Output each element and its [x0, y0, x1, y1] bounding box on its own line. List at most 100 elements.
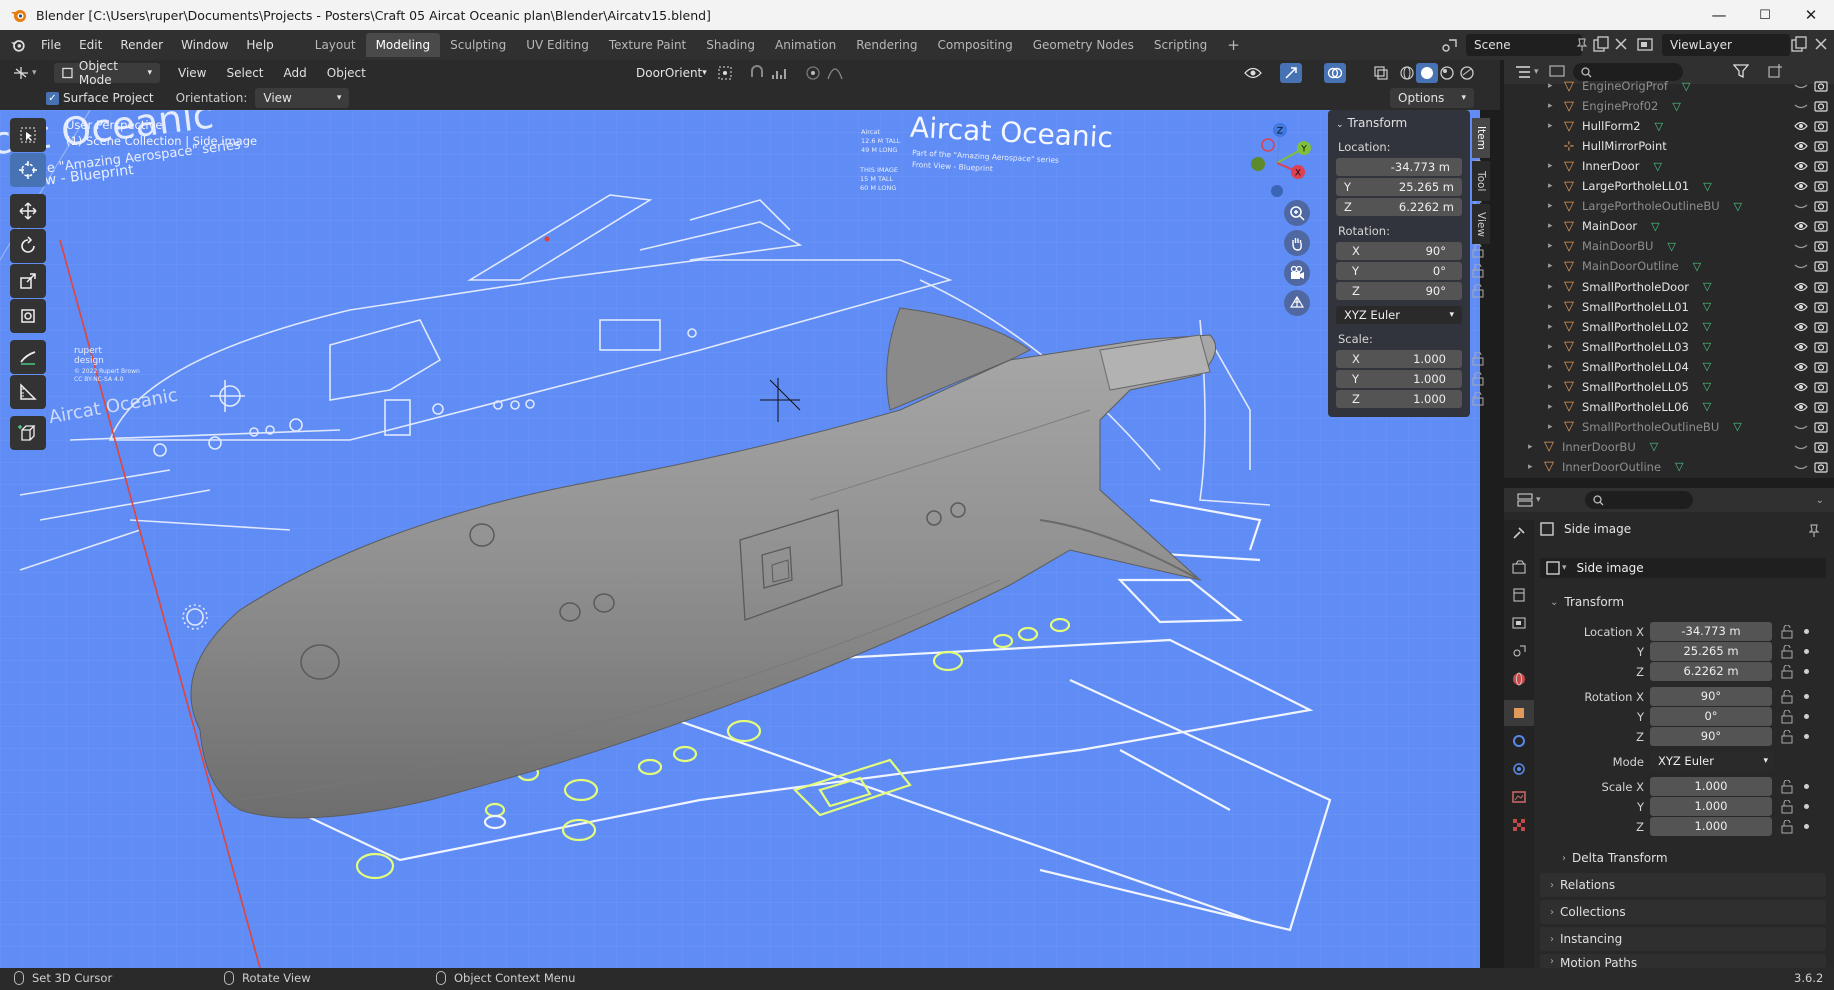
object-tab-icon[interactable]: [1504, 700, 1534, 726]
outliner-item[interactable]: ▸ ▽ SmallPortholeLL06 ▽: [1504, 397, 1834, 417]
menu-add[interactable]: Add: [274, 66, 317, 80]
rotate-tool[interactable]: [10, 229, 46, 263]
lock-icon[interactable]: [1781, 710, 1793, 724]
chevron-down-icon[interactable]: ⌄: [1816, 495, 1824, 506]
lock-icon[interactable]: [1472, 352, 1484, 366]
add-workspace-button[interactable]: +: [1217, 31, 1250, 59]
camera-view-icon[interactable]: [1284, 260, 1310, 286]
editor-type-icon[interactable]: [10, 63, 32, 83]
menu-render[interactable]: Render: [111, 38, 172, 52]
snap-icon[interactable]: [746, 63, 768, 83]
minimize-button[interactable]: —: [1696, 0, 1742, 30]
lock-icon[interactable]: [1781, 625, 1793, 639]
scale-x-value[interactable]: 1.000: [1650, 777, 1772, 796]
motion-paths-panel-header[interactable]: › Motion Paths: [1540, 954, 1826, 968]
view-layer-selector[interactable]: ViewLayer: [1662, 34, 1790, 56]
physics-tab-icon[interactable]: [1504, 756, 1534, 782]
outliner-item[interactable]: ▸ ▽ MainDoor ▽: [1504, 216, 1834, 236]
pin-icon[interactable]: [1808, 524, 1820, 541]
rendered-shading-icon[interactable]: [1456, 63, 1478, 83]
view-layer-icon[interactable]: [1636, 36, 1654, 57]
mode-dropdown[interactable]: Object Mode ▾: [54, 59, 160, 87]
hidden-eye-icon[interactable]: [1794, 441, 1808, 453]
properties-editor-icon[interactable]: [1514, 490, 1536, 510]
menu-file[interactable]: File: [32, 38, 70, 52]
pan-hand-icon[interactable]: [1284, 230, 1310, 256]
tab-geometry-nodes[interactable]: Geometry Nodes: [1023, 33, 1144, 57]
outliner-item[interactable]: ▸ ▽ MainDoorOutline ▽: [1504, 256, 1834, 276]
outliner-item[interactable]: ▸ ▽ SmallPortholeLL02 ▽: [1504, 317, 1834, 337]
location-z-field[interactable]: Z 6.2262 m: [1336, 198, 1484, 216]
tool-tab-icon[interactable]: [1504, 520, 1534, 546]
outliner-item[interactable]: ▸ ▽ LargePortholeOutlineBU ▽: [1504, 196, 1834, 216]
rotation-mode-dropdown[interactable]: XYZ Euler ▾: [1336, 306, 1462, 324]
overlays-icon[interactable]: [1324, 63, 1346, 83]
keyframe-dot-icon[interactable]: [1804, 824, 1809, 829]
texture-tab-icon[interactable]: [1504, 812, 1534, 838]
lock-icon[interactable]: [1781, 730, 1793, 744]
tab-animation[interactable]: Animation: [765, 33, 846, 57]
transform-section-header[interactable]: ⌄ Transform: [1336, 116, 1462, 130]
location-z-value[interactable]: 6.2262 m: [1650, 662, 1772, 681]
lock-icon[interactable]: [1472, 392, 1484, 406]
expand-arrow-icon[interactable]: ▸: [1548, 422, 1560, 432]
solid-shading-icon[interactable]: [1416, 63, 1438, 83]
surface-project-checkbox[interactable]: ✓ Surface Project: [46, 91, 154, 105]
prop-rotation-x[interactable]: Rotation X 90°: [1544, 687, 1826, 707]
rotation-x-field[interactable]: X 90°: [1336, 242, 1484, 260]
prop-rotation-z[interactable]: Z 90°: [1544, 727, 1826, 747]
eye-icon[interactable]: [1794, 180, 1808, 192]
expand-arrow-icon[interactable]: ▸: [1548, 81, 1560, 91]
outliner-item[interactable]: ▸ ▽ SmallPortholeLL03 ▽: [1504, 337, 1834, 357]
prop-scale-z[interactable]: Z 1.000: [1544, 817, 1826, 837]
eye-icon[interactable]: [1794, 160, 1808, 172]
outliner-item[interactable]: ▸ ▽ InnerDoorBU ▽: [1504, 437, 1834, 457]
prop-rotation-mode[interactable]: Mode XYZ Euler ▾: [1544, 752, 1826, 772]
eye-icon[interactable]: [1794, 140, 1808, 152]
outliner-item[interactable]: ▸ ▽ SmallPortholeLL05 ▽: [1504, 377, 1834, 397]
material-shading-icon[interactable]: [1436, 63, 1458, 83]
gizmo-toggle-icon[interactable]: [1280, 63, 1302, 83]
scene-selector[interactable]: Scene: [1466, 34, 1582, 56]
tab-sculpting[interactable]: Sculpting: [440, 33, 516, 57]
expand-arrow-icon[interactable]: ▸: [1548, 402, 1560, 412]
prop-location-z[interactable]: Z 6.2262 m: [1544, 662, 1826, 682]
prop-scale-x[interactable]: Scale X 1.000: [1544, 777, 1826, 797]
outliner-item[interactable]: ⊹ HullMirrorPoint: [1504, 136, 1834, 156]
transform-orientation-dropdown[interactable]: DoorOrient ▾: [628, 63, 708, 83]
eye-icon[interactable]: [1794, 341, 1808, 353]
render-camera-icon[interactable]: [1814, 281, 1828, 293]
instancing-panel-header[interactable]: › Instancing: [1540, 927, 1826, 951]
render-camera-icon[interactable]: [1814, 260, 1828, 273]
expand-arrow-icon[interactable]: ▸: [1548, 161, 1560, 171]
eye-icon[interactable]: [1794, 120, 1808, 132]
render-camera-icon[interactable]: [1814, 381, 1828, 393]
expand-arrow-icon[interactable]: ▸: [1548, 282, 1560, 292]
expand-arrow-icon[interactable]: ▸: [1548, 322, 1560, 332]
select-box-tool[interactable]: [10, 118, 46, 152]
render-camera-icon[interactable]: [1814, 80, 1828, 92]
lock-icon[interactable]: [1472, 284, 1484, 298]
expand-arrow-icon[interactable]: ▸: [1548, 101, 1560, 111]
maximize-button[interactable]: ☐: [1742, 0, 1788, 30]
menu-object[interactable]: Object: [317, 66, 376, 80]
render-camera-icon[interactable]: [1814, 100, 1828, 112]
tab-uv-editing[interactable]: UV Editing: [516, 33, 599, 57]
outliner-item[interactable]: ▸ ▽ InnerDoorOutline ▽: [1504, 457, 1834, 477]
transform-tool[interactable]: [10, 299, 46, 333]
eye-icon[interactable]: [1794, 401, 1808, 413]
scale-y-field[interactable]: Y 1.000: [1336, 370, 1484, 388]
lock-icon[interactable]: [1472, 264, 1484, 278]
keyframe-dot-icon[interactable]: [1804, 804, 1809, 809]
outliner-item[interactable]: ▸ ▽ SmallPortholeLL01 ▽: [1504, 297, 1834, 317]
render-camera-icon[interactable]: [1814, 301, 1828, 313]
relations-panel-header[interactable]: › Relations: [1540, 873, 1826, 897]
eye-icon[interactable]: [1794, 220, 1808, 232]
expand-arrow-icon[interactable]: ▸: [1548, 241, 1560, 251]
outliner-item[interactable]: ▸ ▽ HullForm2 ▽: [1504, 116, 1834, 136]
expand-arrow-icon[interactable]: ▸: [1528, 462, 1540, 472]
outliner-item[interactable]: ▸ ▽ SmallPortholeOutlineBU ▽: [1504, 417, 1834, 437]
rotation-z-value[interactable]: 90°: [1650, 727, 1772, 746]
menu-window[interactable]: Window: [172, 38, 237, 52]
scene-tab-icon[interactable]: [1504, 638, 1534, 664]
